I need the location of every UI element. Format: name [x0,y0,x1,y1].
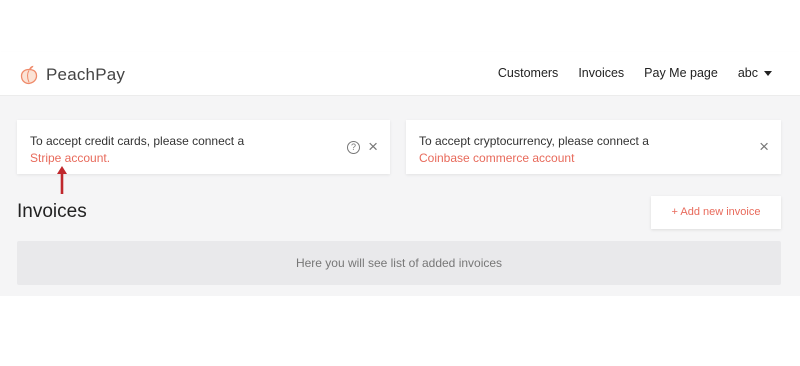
user-menu[interactable]: abc [738,66,772,80]
main-content: To accept credit cards, please connect a… [0,96,800,296]
coinbase-notice-text: To accept cryptocurrency, please connect… [419,134,649,148]
close-icon[interactable]: × [368,138,378,155]
nav-pay-me-page[interactable]: Pay Me page [644,66,718,80]
nav-invoices[interactable]: Invoices [578,66,624,80]
nav-customers[interactable]: Customers [498,66,558,80]
coinbase-notice: To accept cryptocurrency, please connect… [406,120,781,174]
help-icon[interactable]: ? [347,141,360,154]
invoices-empty-state: Here you will see list of added invoices [17,241,781,285]
main-nav: Customers Invoices Pay Me page abc [478,66,772,80]
stripe-notice-text: To accept credit cards, please connect a [30,134,245,148]
page-title: Invoices [17,201,87,222]
stripe-notice-text-block: To accept credit cards, please connect a… [30,133,244,167]
peach-logo-icon [20,65,38,85]
logo-text: PeachPay [46,65,126,84]
coinbase-notice-text-block: To accept cryptocurrency, please connect… [419,133,649,167]
close-icon[interactable]: × [759,138,769,155]
caret-down-icon [764,71,772,76]
stripe-notice: To accept credit cards, please connect a… [17,120,390,174]
add-invoice-button[interactable]: + Add new invoice [651,196,781,229]
top-navbar: PeachPay Customers Invoices Pay Me page … [0,52,800,96]
user-name: abc [737,66,758,80]
logo[interactable]: PeachPay [18,64,125,86]
stripe-account-link[interactable]: Stripe account. [30,151,110,165]
annotation-arrow-up-icon [57,166,67,194]
coinbase-account-link[interactable]: Coinbase commerce account [419,151,574,165]
